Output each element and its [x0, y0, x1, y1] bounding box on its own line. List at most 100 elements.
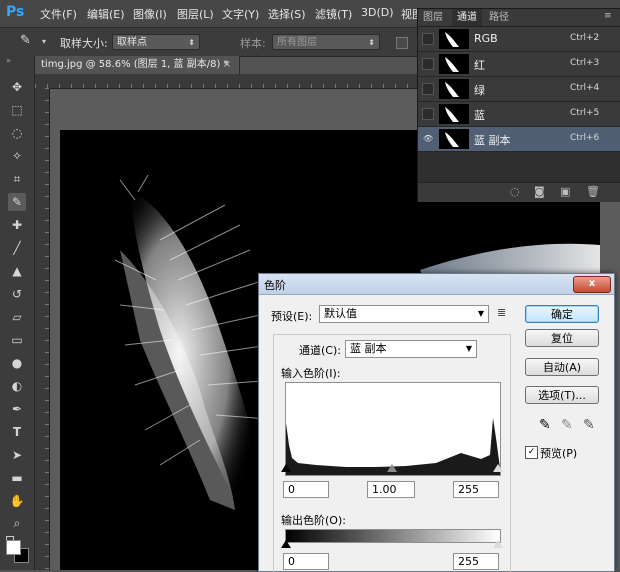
chevron-down-icon[interactable]: ▾ [42, 37, 46, 46]
channel-name: 蓝 副本 [474, 134, 511, 147]
close-tab-icon[interactable]: × [223, 56, 231, 74]
foreground-color-swatch[interactable] [6, 540, 21, 555]
menu-file[interactable]: 文件(F) [40, 6, 77, 22]
channel-select[interactable]: 蓝 副本 ▼ [345, 340, 477, 358]
pen-tool-icon[interactable]: ✒ [8, 400, 26, 418]
move-tool-icon[interactable]: ✥ [8, 78, 26, 96]
channel-value: 蓝 副本 [350, 342, 387, 355]
output-white-field[interactable]: 255 [453, 553, 499, 570]
history-brush-tool-icon[interactable]: ↺ [8, 285, 26, 303]
channel-row-red[interactable]: 红 Ctrl+3 [418, 52, 620, 77]
channel-row-rgb[interactable]: RGB Ctrl+2 [418, 27, 620, 52]
tab-layers[interactable]: 图层 [418, 9, 448, 26]
menu-image[interactable]: 图像(I) [133, 6, 167, 22]
blur-tool-icon[interactable]: ● [8, 354, 26, 372]
sample-size-value: 取样点 [117, 37, 147, 48]
menu-3d[interactable]: 3D(D) [361, 6, 394, 19]
histogram-graph [286, 418, 500, 475]
marquee-tool-icon[interactable]: ⬚ [8, 101, 26, 119]
preset-select[interactable]: 默认值 ▼ [319, 305, 489, 323]
sample-size-label: 取样大小: [60, 37, 108, 50]
load-selection-icon[interactable]: ◌ [510, 185, 520, 198]
channel-shortcut: Ctrl+5 [570, 108, 600, 118]
new-channel-icon[interactable]: ▣ [560, 185, 570, 198]
chevron-down-icon: ▼ [477, 309, 484, 318]
show-ring-checkbox[interactable] [396, 37, 408, 49]
output-black-slider[interactable] [281, 540, 291, 548]
channel-name: 蓝 [474, 109, 485, 122]
input-gamma-field[interactable]: 1.00 [367, 481, 415, 498]
visibility-toggle[interactable] [422, 83, 434, 95]
save-selection-icon[interactable]: ◙ [534, 185, 545, 198]
histogram [285, 382, 501, 476]
preview-label: 预览(P) [540, 447, 578, 460]
channel-thumbnail [439, 129, 469, 149]
output-white-slider[interactable] [493, 540, 503, 548]
hand-tool-icon[interactable]: ✋ [8, 492, 26, 510]
output-levels-label: 输出色阶(O): [281, 514, 346, 527]
reset-button[interactable]: 复位 [525, 329, 599, 347]
channel-row-green[interactable]: 绿 Ctrl+4 [418, 77, 620, 102]
sample-select[interactable]: 所有图层 ⬍ [272, 34, 380, 50]
close-button[interactable]: x [573, 276, 611, 293]
visibility-toggle[interactable] [422, 58, 434, 70]
eyedropper-tool-icon[interactable]: ✎ [8, 193, 26, 211]
output-gradient-bar [285, 529, 501, 543]
brush-tool-icon[interactable]: ╱ [8, 239, 26, 257]
document-tab[interactable]: timg.jpg @ 58.6% (图层 1, 蓝 副本/8) * × [35, 56, 240, 74]
clone-stamp-tool-icon[interactable]: ▲ [8, 262, 26, 280]
channel-row-blue-copy[interactable]: 👁 蓝 副本 Ctrl+6 [418, 127, 620, 152]
input-black-slider[interactable] [281, 464, 291, 472]
auto-button[interactable]: 自动(A) [525, 358, 599, 376]
gradient-tool-icon[interactable]: ▭ [8, 331, 26, 349]
healing-brush-tool-icon[interactable]: ✚ [8, 216, 26, 234]
rectangle-tool-icon[interactable]: ▬ [8, 469, 26, 487]
sample-size-select[interactable]: 取样点 ⬍ [112, 34, 200, 50]
lasso-tool-icon[interactable]: ◌ [8, 124, 26, 142]
document-title: timg.jpg @ 58.6% (图层 1, 蓝 副本/8) * [41, 59, 229, 70]
dialog-titlebar[interactable]: 色阶 x [259, 274, 614, 295]
tab-channels[interactable]: 通道 [452, 9, 482, 26]
input-white-slider[interactable] [493, 464, 503, 472]
path-selection-tool-icon[interactable]: ➤ [8, 446, 26, 464]
levels-dialog: 色阶 x 预设(E): 默认值 ▼ ≣ 通道(C): 蓝 副本 ▼ 输入色阶(I… [258, 273, 615, 572]
white-eyedropper-icon[interactable]: ✎ [583, 417, 595, 433]
options-button[interactable]: 选项(T)... [525, 386, 599, 404]
panel-footer: ◌ ◙ ▣ 🗑 [418, 182, 620, 202]
menu-edit[interactable]: 编辑(E) [87, 6, 125, 22]
channel-thumbnail [439, 54, 469, 74]
tab-paths[interactable]: 路径 [484, 9, 514, 26]
menu-layer[interactable]: 图层(L) [177, 6, 214, 22]
preview-checkbox[interactable]: ✓ [525, 446, 538, 459]
visibility-toggle[interactable] [422, 108, 434, 120]
menu-filter[interactable]: 滤镜(T) [315, 6, 352, 22]
input-gamma-slider[interactable] [387, 464, 397, 472]
sample-label: 样本: [240, 37, 266, 50]
channel-row-blue[interactable]: 蓝 Ctrl+5 [418, 102, 620, 127]
magic-wand-tool-icon[interactable]: ✧ [8, 147, 26, 165]
panel-menu-icon[interactable]: ≡ [604, 11, 612, 21]
input-black-field[interactable]: 0 [283, 481, 329, 498]
channel-shortcut: Ctrl+6 [570, 133, 600, 143]
ok-button[interactable]: 确定 [525, 305, 599, 323]
chevron-down-icon: ▼ [465, 344, 472, 353]
channel-name: RGB [474, 32, 498, 45]
zoom-tool-icon[interactable]: ⌕ [8, 514, 26, 532]
eye-icon[interactable]: 👁 [422, 133, 434, 145]
visibility-toggle[interactable] [422, 33, 434, 45]
menu-select[interactable]: 选择(S) [268, 6, 306, 22]
preset-options-icon[interactable]: ≣ [497, 306, 506, 319]
trash-icon[interactable]: 🗑 [586, 185, 600, 198]
eyedropper-tool-icon[interactable]: ✎ [20, 33, 38, 51]
toolbox-collapse-icon[interactable]: » [6, 57, 28, 65]
preset-value: 默认值 [324, 307, 357, 320]
output-black-field[interactable]: 0 [283, 553, 329, 570]
eraser-tool-icon[interactable]: ▱ [8, 308, 26, 326]
gray-eyedropper-icon[interactable]: ✎ [561, 417, 573, 433]
dodge-tool-icon[interactable]: ◐ [8, 377, 26, 395]
type-tool-icon[interactable]: T [8, 423, 26, 441]
input-white-field[interactable]: 255 [453, 481, 499, 498]
crop-tool-icon[interactable]: ⌗ [8, 170, 26, 188]
menu-type[interactable]: 文字(Y) [222, 6, 259, 22]
black-eyedropper-icon[interactable]: ✎ [539, 417, 551, 433]
